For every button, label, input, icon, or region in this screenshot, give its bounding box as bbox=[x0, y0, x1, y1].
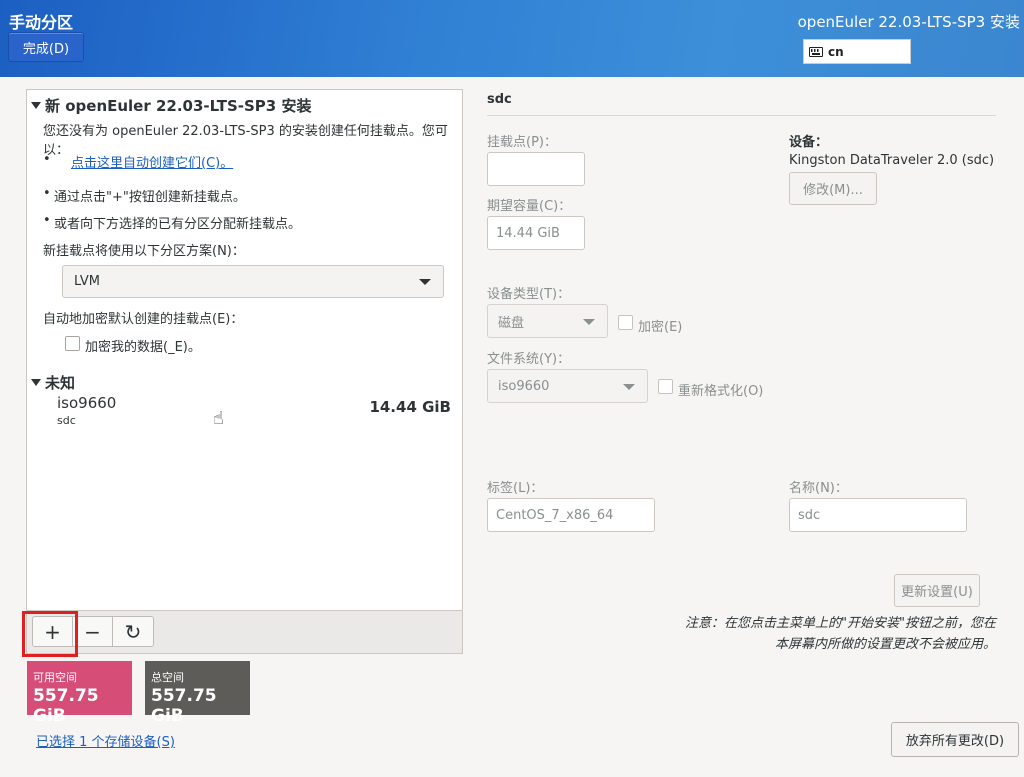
expander-down-icon bbox=[31, 379, 41, 386]
modify-button[interactable]: 修改(M)... bbox=[789, 172, 877, 205]
chevron-down-icon bbox=[419, 279, 431, 285]
page-title: 手动分区 bbox=[9, 13, 74, 32]
encrypt-checkbox-label: 加密(E) bbox=[638, 320, 683, 335]
scheme-label: 新挂载点将使用以下分区方案(N)： bbox=[43, 244, 245, 259]
auto-create-link[interactable]: 点击这里自动创建它们(C)。 bbox=[71, 152, 233, 171]
unknown-heading: 未知 bbox=[45, 374, 76, 392]
keyboard-layout-label: cn bbox=[828, 44, 844, 59]
divider bbox=[487, 115, 996, 116]
keyboard-layout-indicator[interactable]: cn bbox=[803, 39, 911, 64]
total-space-value: 557.75 GiB bbox=[151, 686, 217, 726]
partition-scheme-select[interactable]: LVM bbox=[62, 265, 444, 298]
available-space-value: 557.75 GiB bbox=[33, 686, 99, 726]
expander-down-icon bbox=[31, 102, 41, 109]
assign-hint-text: 或者向下方选择的已有分区分配新挂载点。 bbox=[54, 217, 302, 232]
bullet-dot: • bbox=[43, 186, 51, 201]
partition-device: sdc bbox=[57, 414, 76, 427]
encrypt-data-checkbox[interactable] bbox=[65, 336, 80, 351]
chevron-down-icon bbox=[583, 319, 595, 325]
reformat-checkbox[interactable] bbox=[658, 379, 673, 394]
new-install-section-header[interactable]: 新 openEuler 22.03-LTS-SP3 安装 bbox=[31, 95, 311, 116]
partition-name: iso9660 bbox=[57, 394, 117, 412]
add-hint-text: 通过点击"+"按钮创建新挂载点。 bbox=[54, 190, 246, 205]
note-line-1: 注意：在您点击主菜单上的"开始安装"按钮之前，您在 bbox=[685, 616, 996, 631]
filesystem-value: iso9660 bbox=[498, 378, 550, 394]
note-line-2: 本屏幕内所做的设置更改不会被应用。 bbox=[774, 637, 996, 652]
device-type-value: 磁盘 bbox=[498, 315, 525, 331]
device-type-select[interactable]: 磁盘 bbox=[487, 304, 608, 338]
mount-point-label: 挂载点(P)： bbox=[487, 135, 557, 150]
encrypt-data-label: 加密我的数据(_E)。 bbox=[85, 340, 201, 355]
selected-devices-link[interactable]: 已选择 1 个存储设备(S) bbox=[36, 731, 175, 750]
name-input[interactable]: sdc bbox=[789, 498, 967, 532]
add-button-highlight bbox=[22, 611, 78, 657]
device-label: 设备： bbox=[789, 135, 829, 150]
desired-capacity-input[interactable]: 14.44 GiB bbox=[487, 216, 585, 250]
device-detail-title: sdc bbox=[487, 92, 512, 107]
available-space-label: 可用空间 bbox=[33, 671, 77, 684]
reformat-checkbox-label: 重新格式化(O) bbox=[678, 384, 764, 399]
update-settings-button[interactable]: 更新设置(U) bbox=[894, 574, 980, 607]
settings-note: 注意：在您点击主菜单上的"开始安装"按钮之前，您在 本屏幕内所做的设置更改不会被… bbox=[666, 613, 996, 655]
keyboard-icon bbox=[809, 46, 823, 57]
product-title: openEuler 22.03-LTS-SP3 安装 bbox=[797, 13, 1020, 31]
total-space-label: 总空间 bbox=[151, 671, 184, 684]
done-button[interactable]: 完成(D) bbox=[8, 32, 84, 62]
total-space-box: 总空间 557.75 GiB bbox=[145, 661, 250, 726]
chevron-down-icon bbox=[623, 384, 635, 390]
header-bar: 手动分区 完成(D) openEuler 22.03-LTS-SP3 安装 cn bbox=[0, 0, 1024, 77]
partition-scheme-value: LVM bbox=[74, 274, 100, 289]
partition-size: 14.44 GiB bbox=[369, 398, 451, 416]
encrypt-checkbox[interactable] bbox=[618, 315, 633, 330]
tag-label: 标签(L)： bbox=[487, 481, 544, 496]
mount-point-input[interactable] bbox=[487, 152, 585, 186]
mount-point-toolbar: + − ↻ bbox=[27, 610, 462, 653]
desired-capacity-label: 期望容量(C)： bbox=[487, 199, 572, 214]
bullet-dot: • bbox=[43, 213, 51, 228]
refresh-button[interactable]: ↻ bbox=[113, 617, 153, 646]
mount-points-panel: 新 openEuler 22.03-LTS-SP3 安装 您还没有为 openE… bbox=[26, 89, 463, 654]
bullet-dot: • bbox=[43, 152, 51, 167]
device-value: Kingston DataTraveler 2.0 (sdc) bbox=[789, 153, 995, 168]
unknown-section-header[interactable]: 未知 bbox=[31, 372, 75, 393]
reset-all-button[interactable]: 放弃所有更改(D) bbox=[891, 722, 1019, 757]
filesystem-label: 文件系统(Y)： bbox=[487, 352, 571, 367]
remove-mount-point-button[interactable]: − bbox=[73, 617, 113, 646]
hand-cursor-icon: ☝ bbox=[213, 408, 224, 429]
tag-input[interactable]: CentOS_7_x86_64 bbox=[487, 498, 655, 532]
device-type-label: 设备类型(T)： bbox=[487, 287, 571, 302]
filesystem-select[interactable]: iso9660 bbox=[487, 369, 648, 403]
name-label: 名称(N)： bbox=[789, 481, 848, 496]
available-space-box: 可用空间 557.75 GiB bbox=[27, 661, 132, 726]
new-install-heading: 新 openEuler 22.03-LTS-SP3 安装 bbox=[45, 97, 312, 115]
encrypt-default-label: 自动地加密默认创建的挂载点(E)： bbox=[43, 312, 244, 327]
